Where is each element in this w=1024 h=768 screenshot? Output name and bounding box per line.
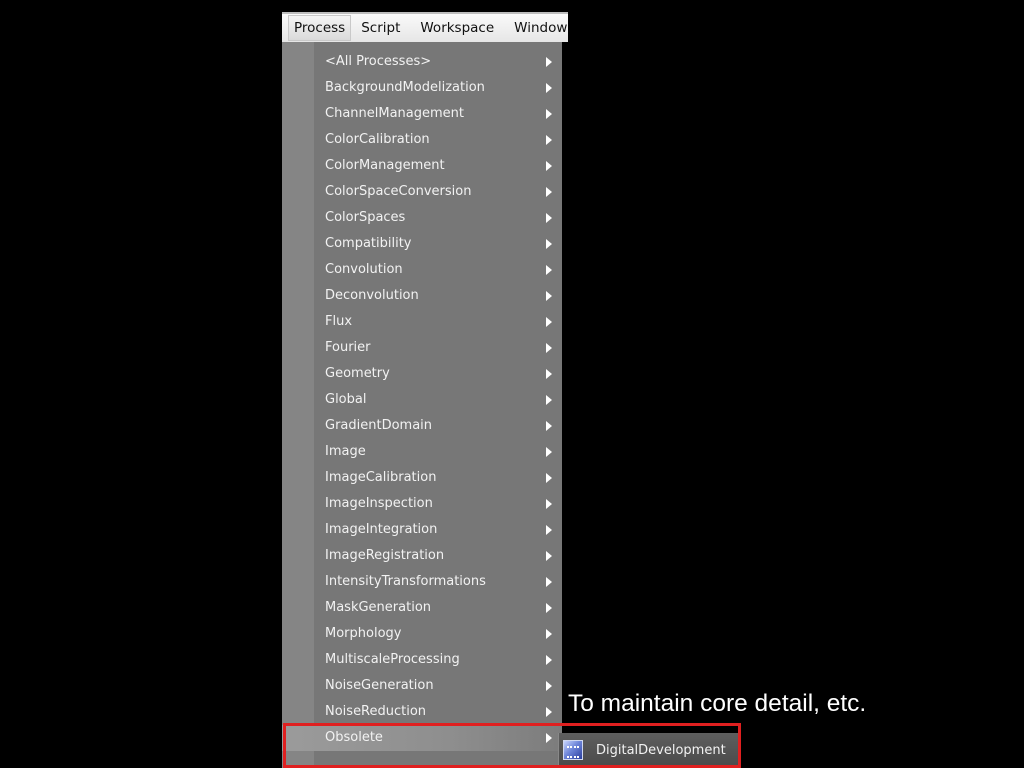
menu-item-label: Geometry [325,366,390,381]
submenu-arrow-icon [546,629,552,639]
submenu-arrow-icon [546,369,552,379]
menu-item-label: MultiscaleProcessing [325,652,460,667]
menu-workspace[interactable]: Workspace [410,16,504,40]
menu-bar: Process Script Workspace Window [282,12,568,42]
menu-item-label: Global [325,392,367,407]
menu-item-all-processes[interactable]: <All Processes> [282,49,562,75]
caption-text: To maintain core detail, etc. [568,690,867,717]
menu-script[interactable]: Script [351,16,410,40]
menu-item-noise-reduction[interactable]: NoiseReduction [282,699,562,725]
menu-item-gradient-domain[interactable]: GradientDomain [282,413,562,439]
menu-item-color-spaces[interactable]: ColorSpaces [282,205,562,231]
menu-item-label: Convolution [325,262,403,277]
submenu-arrow-icon [546,421,552,431]
submenu-arrow-icon [546,447,552,457]
menu-item-compatibility[interactable]: Compatibility [282,231,562,257]
menu-item-noise-generation[interactable]: NoiseGeneration [282,673,562,699]
menu-item-image-inspection[interactable]: ImageInspection [282,491,562,517]
menu-item-label: ColorCalibration [325,132,430,147]
menu-item-label: BackgroundModelization [325,80,485,95]
menu-item-label: Deconvolution [325,288,419,303]
menu-item-label: ChannelManagement [325,106,465,121]
submenu-arrow-icon [546,161,552,171]
submenu-arrow-icon [546,655,552,665]
submenu-arrow-icon [546,681,552,691]
menu-item-label: ColorManagement [325,158,445,173]
menu-item-background-modelization[interactable]: BackgroundModelization [282,75,562,101]
submenu-arrow-icon [546,135,552,145]
submenu-arrow-icon [546,187,552,197]
digital-development-icon [563,740,583,760]
submenu-arrow-icon [546,213,552,223]
menu-item-label: MaskGeneration [325,600,432,615]
menu-item-label: Fourier [325,340,371,355]
menu-item-fourier[interactable]: Fourier [282,335,562,361]
menu-item-image-registration[interactable]: ImageRegistration [282,543,562,569]
menu-item-image[interactable]: Image [282,439,562,465]
menu-item-morphology[interactable]: Morphology [282,621,562,647]
submenu-arrow-icon [546,733,552,743]
menu-item-geometry[interactable]: Geometry [282,361,562,387]
submenu-arrow-icon [546,395,552,405]
menu-item-color-space-conversion[interactable]: ColorSpaceConversion [282,179,562,205]
menu-item-color-management[interactable]: ColorManagement [282,153,562,179]
menu-item-global[interactable]: Global [282,387,562,413]
menu-item-label: ColorSpaceConversion [325,184,472,199]
submenu-arrow-icon [546,57,552,67]
menu-item-channel-management[interactable]: ChannelManagement [282,101,562,127]
menu-item-convolution[interactable]: Convolution [282,257,562,283]
menu-item-label: <All Processes> [325,54,432,69]
menu-item-list: <All Processes> BackgroundModelization Cha… [282,49,562,751]
menu-item-label: ImageRegistration [325,548,445,563]
submenu-arrow-icon [546,291,552,301]
menu-window[interactable]: Window [504,16,568,40]
submenu-arrow-icon [546,239,552,249]
menu-item-mask-generation[interactable]: MaskGeneration [282,595,562,621]
submenu-arrow-icon [546,603,552,613]
process-dropdown-menu: <All Processes> BackgroundModelization Cha… [282,42,562,768]
menu-item-label: Morphology [325,626,402,641]
submenu-arrow-icon [546,577,552,587]
menu-item-deconvolution[interactable]: Deconvolution [282,283,562,309]
menu-item-label: GradientDomain [325,418,433,433]
submenu-arrow-icon [546,525,552,535]
submenu-arrow-icon [546,109,552,119]
submenu-arrow-icon [546,343,552,353]
menu-item-label: IntensityTransformations [325,574,486,589]
submenu-arrow-icon [546,83,552,93]
menu-item-image-integration[interactable]: ImageIntegration [282,517,562,543]
submenu-item-label: DigitalDevelopment [596,742,726,758]
menu-item-multiscale-processing[interactable]: MultiscaleProcessing [282,647,562,673]
menu-item-image-calibration[interactable]: ImageCalibration [282,465,562,491]
menu-item-label: ImageInspection [325,496,433,511]
menu-item-obsolete[interactable]: Obsolete [282,725,562,751]
menu-item-color-calibration[interactable]: ColorCalibration [282,127,562,153]
submenu-arrow-icon [546,707,552,717]
menu-item-label: Image [325,444,366,459]
menu-item-label: Obsolete [325,730,383,745]
menu-item-label: ColorSpaces [325,210,406,225]
menu-item-label: NoiseReduction [325,704,427,719]
menu-item-label: ImageIntegration [325,522,438,537]
obsolete-submenu: DigitalDevelopment [558,733,739,768]
submenu-arrow-icon [546,317,552,327]
submenu-arrow-icon [546,551,552,561]
submenu-arrow-icon [546,499,552,509]
submenu-arrow-icon [546,265,552,275]
menu-process[interactable]: Process [288,15,352,41]
menu-item-label: Flux [325,314,353,329]
menu-item-intensity-transformations[interactable]: IntensityTransformations [282,569,562,595]
submenu-item-digital-development[interactable]: DigitalDevelopment [559,736,739,764]
menu-item-flux[interactable]: Flux [282,309,562,335]
menu-item-label: ImageCalibration [325,470,437,485]
menu-item-label: Compatibility [325,236,412,251]
menu-item-label: NoiseGeneration [325,678,434,693]
submenu-arrow-icon [546,473,552,483]
